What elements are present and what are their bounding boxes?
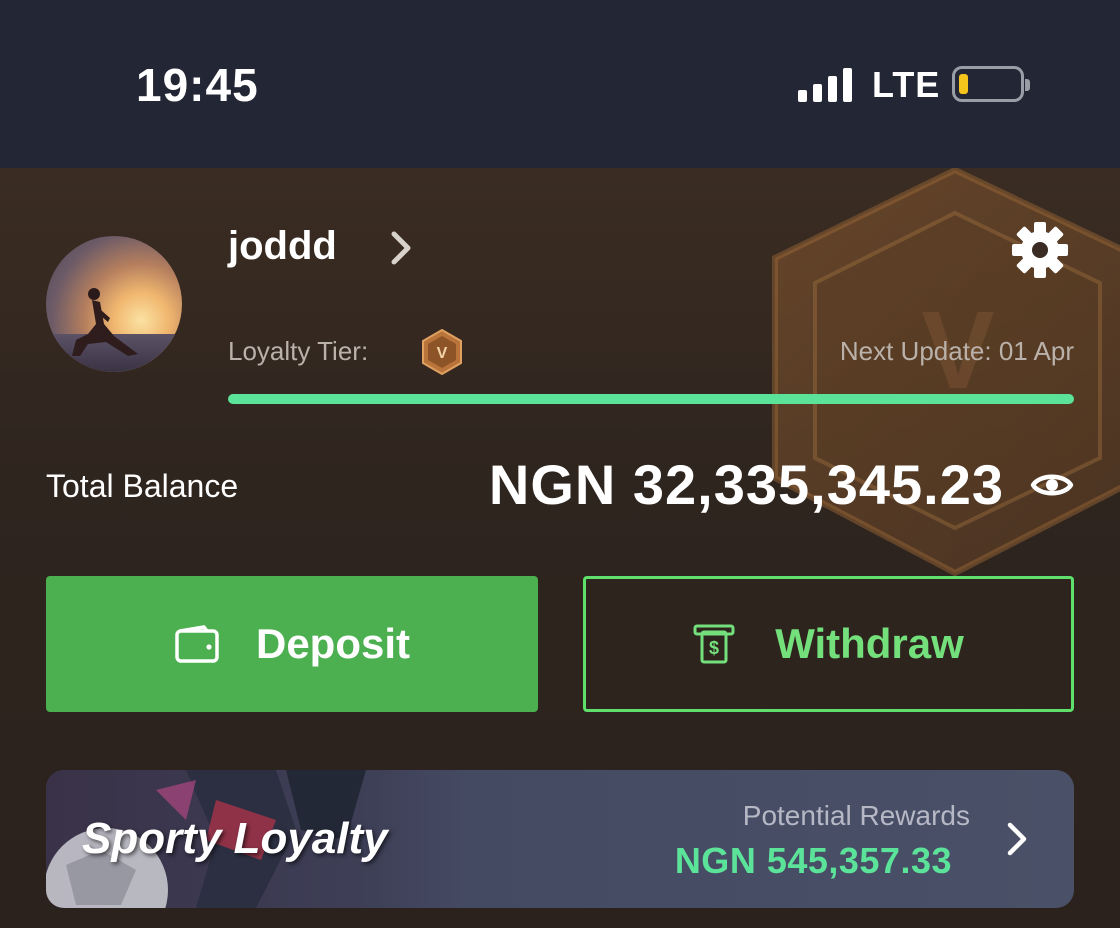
account-panel: V joddd Loyalty Tier: V Next Update: 01 …: [0, 168, 1120, 928]
chevron-right-icon[interactable]: [386, 228, 416, 268]
network-type: LTE: [872, 64, 941, 105]
withdraw-button[interactable]: $ Withdraw: [583, 576, 1074, 712]
cash-withdraw-icon: $: [693, 624, 735, 664]
signal-icon: [798, 68, 854, 102]
status-bar: 19:45 LTE: [0, 0, 1120, 168]
avatar-figure: [72, 288, 138, 356]
withdraw-label: Withdraw: [775, 620, 964, 667]
username[interactable]: joddd: [228, 224, 337, 269]
gear-icon[interactable]: [1010, 220, 1070, 280]
total-balance-label: Total Balance: [46, 468, 239, 504]
avatar[interactable]: [46, 236, 182, 372]
chevron-right-icon[interactable]: [1002, 818, 1032, 860]
sporty-loyalty-card[interactable]: Sporty Loyalty Potential Rewards NGN 545…: [46, 770, 1074, 908]
loyalty-card-title: Sporty Loyalty: [82, 814, 388, 863]
tier-progress-fill: [228, 394, 1074, 404]
loyalty-tier-label: Loyalty Tier:: [228, 336, 369, 366]
potential-rewards-value: NGN 545,357.33: [674, 840, 952, 881]
tier-progress-bar: [228, 394, 1074, 404]
next-update-text: Next Update: 01 Apr: [839, 336, 1074, 366]
eye-icon[interactable]: [1030, 468, 1074, 502]
status-time: 19:45: [136, 59, 259, 111]
potential-rewards-label: Potential Rewards: [742, 800, 970, 831]
deposit-button[interactable]: Deposit: [46, 576, 538, 712]
battery-icon: [952, 66, 1030, 102]
tier-badge-icon[interactable]: V: [420, 328, 464, 376]
svg-text:$: $: [709, 638, 719, 658]
wallet-icon: [175, 625, 219, 663]
total-balance-value: NGN 32,335,345.23: [488, 453, 1004, 516]
deposit-label: Deposit: [255, 620, 410, 667]
tier-badge-letter: V: [437, 345, 448, 362]
